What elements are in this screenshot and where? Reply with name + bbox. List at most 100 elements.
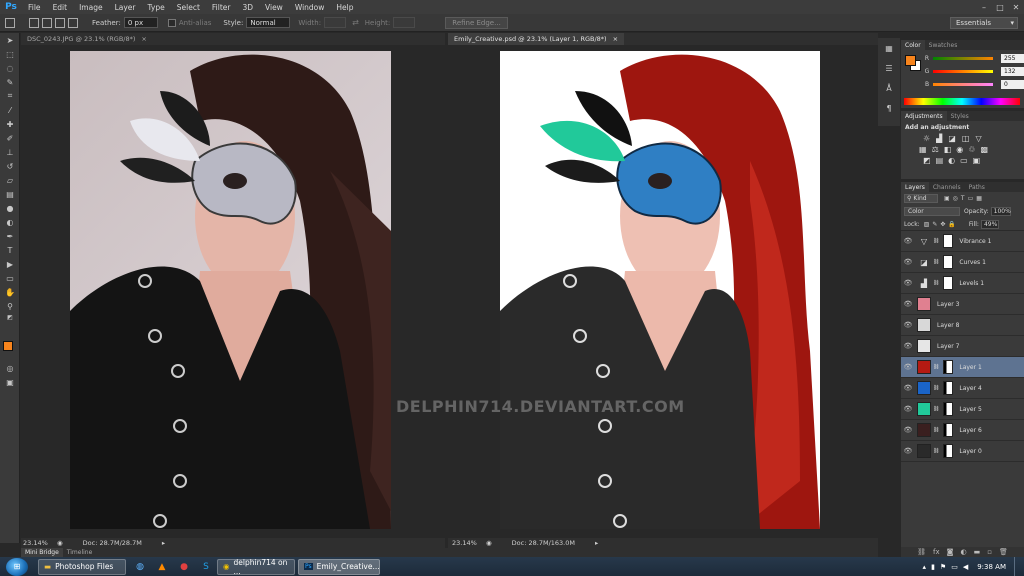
new-group-icon[interactable]: ▬ [974,548,981,556]
layer-row[interactable]: 👁 ⛓ Layer 4 [901,378,1024,399]
blue-slider[interactable] [933,83,993,86]
threshold-icon[interactable]: ◐ [948,156,955,165]
brush-tool-icon[interactable]: ✐ [0,131,20,145]
quick-selection-tool-icon[interactable]: ✎ [0,75,20,89]
green-slider[interactable] [933,70,993,73]
taskbar-chrome[interactable]: ◉ delphin714 on ... [217,558,295,576]
status-arrow-icon[interactable]: ▸ [162,539,165,547]
opacity-input[interactable]: 100% [990,207,1011,216]
menu-layer[interactable]: Layer [109,3,142,12]
menu-help[interactable]: Help [330,3,359,12]
document-canvas-1[interactable] [21,45,445,538]
invert-icon[interactable]: ◩ [923,156,931,165]
foreground-color-swatch[interactable] [3,341,13,351]
color-balance-icon[interactable]: ⚖ [932,145,939,154]
visibility-eye-icon[interactable]: 👁 [901,321,915,329]
properties-icon[interactable]: ☰ [878,58,900,78]
exposure-icon[interactable]: ◫ [962,134,970,143]
tab-paths[interactable]: Paths [965,182,989,192]
visibility-eye-icon[interactable]: 👁 [901,258,915,266]
layer-row[interactable]: 👁 ▽ ⛓ Vibrance 1 [901,231,1024,252]
path-selection-tool-icon[interactable]: ▶ [0,257,20,271]
mask-link-icon[interactable]: ⛓ [933,385,939,391]
dodge-tool-icon[interactable]: ◐ [0,215,20,229]
maximize-icon[interactable]: □ [992,0,1008,14]
subtract-selection-icon[interactable] [55,17,65,28]
add-mask-icon[interactable]: ◙ [947,548,954,556]
history-brush-tool-icon[interactable]: ↺ [0,159,20,173]
taskbar-explorer[interactable]: ▬ Photoshop Files [38,558,126,575]
menu-filter[interactable]: Filter [206,3,237,12]
feather-input[interactable]: 0 px [123,17,158,28]
tab-channels[interactable]: Channels [929,182,965,192]
show-desktop-button[interactable] [1014,557,1020,576]
vlc-icon[interactable]: ▲ [154,560,170,574]
layer-mask-thumbnail[interactable] [943,255,954,269]
height-input[interactable] [393,17,416,28]
layer-row[interactable]: 👁 ⛓ Layer 0 [901,441,1024,462]
new-layer-icon[interactable]: ▫ [987,548,992,556]
character-icon[interactable]: Å [878,78,900,98]
kind-filter-select[interactable]: ⚲ Kind [904,194,938,203]
blend-mode-select[interactable]: Color [904,207,960,216]
document-canvas-2[interactable]: DELPHIN714.DEVIANTART.COM [396,45,878,538]
zoom-tool-icon[interactable]: ⚲ [0,299,20,313]
tab-color[interactable]: Color [901,40,925,50]
selective-color-icon[interactable]: ▣ [973,156,981,165]
clock[interactable]: 9:38 AM [977,563,1006,571]
swap-icon[interactable]: ⇄ [352,18,359,27]
intersect-selection-icon[interactable] [68,17,78,28]
volume-icon[interactable]: ◀ [963,563,968,571]
style-select[interactable]: Normal [246,17,291,28]
zoom-level[interactable]: 23.14% [23,539,51,547]
layer-mask-thumbnail[interactable] [943,360,954,374]
layer-row[interactable]: 👁 Layer 7 [901,336,1024,357]
gradient-map-icon[interactable]: ▭ [960,156,968,165]
visibility-eye-icon[interactable]: 👁 [901,426,915,434]
eraser-tool-icon[interactable]: ▱ [0,173,20,187]
document-tab-2[interactable]: Emily_Creative.psd @ 23.1% (Layer 1, RGB… [448,33,625,45]
screen-mode-icon[interactable]: ▣ [0,375,20,389]
hue-saturation-icon[interactable]: ▦ [919,145,927,154]
menu-image[interactable]: Image [73,3,109,12]
history-icon[interactable]: ▦ [878,38,900,58]
layer-mask-thumbnail[interactable] [943,423,954,437]
antialias-checkbox[interactable] [167,18,176,27]
menu-type[interactable]: Type [142,3,171,12]
paragraph-icon[interactable]: ¶ [878,98,900,118]
lasso-tool-icon[interactable]: ◌ [0,61,20,75]
browser-icon[interactable]: ◍ [132,560,148,574]
pen-tool-icon[interactable]: ✒ [0,229,20,243]
document-tab-1[interactable]: DSC_0243.JPG @ 23.1% (RGB/8*) × [21,33,153,45]
menu-view[interactable]: View [259,3,289,12]
posterize-icon[interactable]: ▤ [936,156,944,165]
gradient-tool-icon[interactable]: ▤ [0,187,20,201]
black-white-icon[interactable]: ◧ [944,145,952,154]
mask-link-icon[interactable]: ⛓ [933,259,939,265]
layer-mask-thumbnail[interactable] [943,444,954,458]
menu-3d[interactable]: 3D [236,3,259,12]
status-arrow-icon[interactable]: ▸ [595,539,598,547]
app-icon[interactable]: ● [176,560,192,574]
link-layers-icon[interactable]: ⛓ [917,548,926,556]
start-button[interactable]: ⊞ [6,557,28,576]
add-selection-icon[interactable] [42,17,52,28]
tray-expand-icon[interactable]: ▴ [923,563,927,571]
channel-mixer-icon[interactable]: ♲ [968,145,975,154]
mask-link-icon[interactable]: ⛓ [933,280,939,286]
fill-input[interactable]: 49% [980,219,999,229]
healing-brush-tool-icon[interactable]: ✚ [0,117,20,131]
visibility-eye-icon[interactable]: 👁 [901,363,915,371]
type-tool-icon[interactable]: T [0,243,20,257]
vibrance-icon[interactable]: ▽ [975,134,981,143]
default-colors-icon[interactable]: ◩ [0,313,20,321]
mask-link-icon[interactable]: ⛓ [933,448,939,454]
layer-row[interactable]: 👁 ⛓ Layer 6 [901,420,1024,441]
close-tab-icon[interactable]: × [613,35,618,43]
visibility-eye-icon[interactable]: 👁 [901,384,915,392]
tab-mini-bridge[interactable]: Mini Bridge [21,548,63,557]
visibility-eye-icon[interactable]: 👁 [901,447,915,455]
new-selection-icon[interactable] [29,17,39,28]
layer-mask-thumbnail[interactable] [943,276,954,290]
layer-row[interactable]: 👁 Layer 8 [901,315,1024,336]
